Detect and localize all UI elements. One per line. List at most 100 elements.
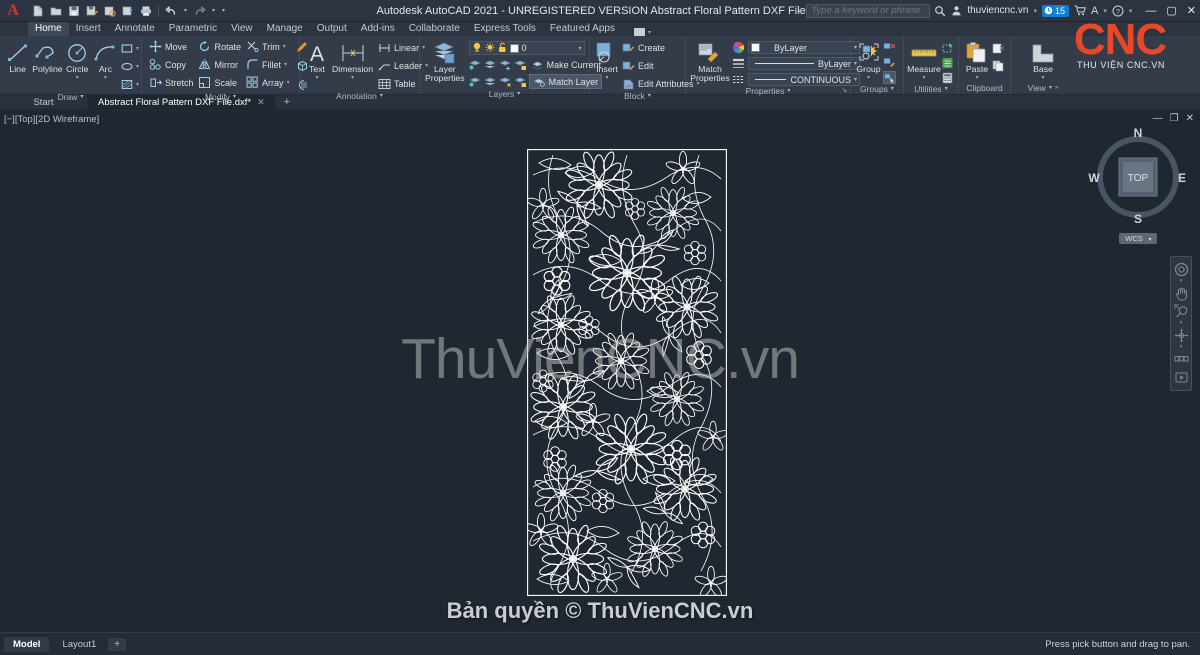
layer-on-icon[interactable] (472, 42, 482, 55)
draw-ellipse-dropdown-icon[interactable]: ▾ (136, 63, 139, 70)
draw-polyline-button[interactable]: Polyline (32, 39, 63, 74)
draw-circle-dropdown-icon[interactable]: ▾ (76, 74, 79, 81)
ribbon-tab-manage[interactable]: Manage (260, 22, 310, 36)
layer-color-swatch[interactable] (509, 43, 519, 53)
group-dropdown-icon[interactable]: ▾ (867, 74, 870, 81)
annotation-text-dropdown-icon[interactable]: ▾ (315, 74, 318, 81)
navigation-bar[interactable]: ▾ ▾ ▾ (1170, 256, 1192, 391)
trial-days-badge[interactable]: 15 (1041, 4, 1069, 17)
search-expand-icon[interactable]: ▸ (799, 7, 803, 15)
calculator-icon[interactable] (941, 71, 954, 84)
ribbon-minimize-dropdown-icon[interactable]: ▾ (648, 29, 651, 36)
annotation-text-button[interactable]: A Text ▾ (306, 39, 328, 81)
panel-properties-expand-icon[interactable]: ▾ (787, 86, 790, 97)
modify-rotate-button[interactable]: Rotate (198, 39, 241, 54)
autodesk-app-dropdown-icon[interactable]: ▾ (1103, 7, 1107, 15)
panel-view-expand-icon[interactable]: ▾ (1049, 83, 1052, 94)
viewport-label[interactable]: [−][Top][2D Wireframe] (4, 114, 99, 125)
orbit-dropdown-icon[interactable]: ▾ (1180, 345, 1183, 350)
panel-title-groups[interactable]: Groups ▾ (853, 84, 901, 95)
help-icon[interactable]: ? (1112, 5, 1124, 17)
showmotion-play-icon[interactable] (1173, 369, 1189, 385)
draw-hatch-dropdown-icon[interactable]: ▾ (136, 81, 139, 88)
zoom-dropdown-icon[interactable]: ▾ (1180, 321, 1183, 326)
ribbon-tab-output[interactable]: Output (310, 22, 354, 36)
measure-dropdown-icon[interactable]: ▾ (922, 74, 925, 81)
draw-hatch-button[interactable]: ▾ (120, 77, 139, 92)
layer-lock-icon[interactable] (513, 58, 527, 71)
linetype-dropdown[interactable]: CONTINUOUS ▾ (748, 73, 860, 86)
draw-rectangle-dropdown-icon[interactable]: ▾ (136, 45, 139, 52)
base-view-dropdown-icon[interactable]: ▾ (1041, 74, 1044, 81)
drawing-restore-button[interactable]: ❐ (1170, 113, 1179, 124)
draw-circle-button[interactable]: Circle ▾ (64, 39, 91, 81)
modify-mirror-button[interactable]: Mirror (198, 57, 242, 72)
close-button[interactable]: ✕ (1187, 4, 1196, 17)
ribbon-tab-featured-apps[interactable]: Featured Apps (543, 22, 622, 36)
panel-block-expand-icon[interactable]: ▾ (648, 91, 651, 102)
qat-customize-icon[interactable]: ▾ (220, 7, 227, 14)
panel-utilities-expand-icon[interactable]: ▾ (945, 84, 948, 95)
ribbon-tab-insert[interactable]: Insert (69, 22, 108, 36)
drawing-close-button[interactable]: ✕ (1186, 113, 1194, 124)
save-file-icon[interactable] (66, 3, 81, 19)
draw-line-button[interactable]: Line (4, 39, 31, 74)
measure-button[interactable]: Measure ▾ (907, 39, 941, 81)
layer-thaw-all-icon[interactable] (498, 75, 512, 88)
ungroup-icon[interactable] (883, 41, 896, 54)
base-view-button[interactable]: Base ▾ (1025, 39, 1061, 81)
viewcube[interactable]: TOP N S E W WCS ▾ (1086, 125, 1190, 249)
drawing-canvas[interactable]: [−][Top][2D Wireframe] — ❐ ✕ ThuVienCNC.… (0, 111, 1200, 632)
linetype-icon[interactable] (732, 73, 745, 86)
modify-copy-button[interactable]: Copy (148, 57, 194, 72)
drawing-minimize-button[interactable]: — (1153, 113, 1163, 124)
panel-draw-expand-icon[interactable]: ▾ (80, 92, 83, 103)
layer-unlock-icon[interactable] (498, 42, 507, 55)
panel-properties-dialog-launcher[interactable]: ↘ (842, 86, 847, 97)
cut-icon[interactable] (992, 42, 1005, 55)
ribbon-panels-overflow-icon[interactable]: » (1055, 83, 1058, 94)
panel-title-clipboard[interactable]: Clipboard (961, 83, 1008, 94)
color-wheel-icon[interactable] (732, 41, 745, 54)
layer-freeze-tool-icon[interactable] (498, 58, 512, 71)
panel-annotation-expand-icon[interactable]: ▾ (380, 91, 383, 102)
undo-dropdown-icon[interactable]: ▾ (182, 7, 189, 14)
floral-pattern-drawing[interactable] (522, 149, 730, 599)
new-file-icon[interactable] (30, 3, 45, 19)
publish-icon[interactable] (120, 3, 135, 19)
orbit-icon[interactable] (1173, 327, 1189, 343)
minimize-button[interactable]: — (1145, 5, 1156, 17)
layer-properties-button[interactable]: Layer Properties (425, 39, 465, 83)
paste-dropdown-icon[interactable]: ▾ (975, 74, 978, 81)
panel-title-draw[interactable]: Draw ▾ (2, 92, 139, 103)
panel-layers-expand-icon[interactable]: ▾ (517, 89, 520, 100)
insert-block-button[interactable]: Insert ▾ (595, 39, 619, 81)
ribbon-tab-addins[interactable]: Add-ins (354, 22, 402, 36)
autodesk-app-icon[interactable]: A (1091, 5, 1098, 17)
layer-turn-all-on-icon[interactable] (483, 75, 497, 88)
ribbon-tab-view[interactable]: View (224, 22, 260, 36)
modify-fillet-button[interactable]: Fillet ▾ (245, 57, 290, 72)
steering-wheel-icon[interactable] (1173, 261, 1189, 277)
copy-clip-icon[interactable] (992, 59, 1005, 72)
plot-preview-icon[interactable] (102, 3, 117, 19)
layout1-tab[interactable]: Layout1 (53, 637, 105, 652)
current-layer-dropdown-icon[interactable]: ▾ (576, 45, 582, 52)
annotation-dimension-button[interactable]: Dimension ▾ (332, 39, 373, 81)
panel-groups-expand-icon[interactable]: ▾ (891, 84, 894, 95)
open-file-icon[interactable] (48, 3, 63, 19)
ribbon-display-options[interactable]: ▾ (622, 28, 651, 36)
panel-modify-expand-icon[interactable]: ▾ (233, 92, 236, 103)
save-as-icon[interactable] (84, 3, 99, 19)
lineweight-icon[interactable] (732, 57, 745, 70)
panel-title-view[interactable]: View ▾ » (1013, 83, 1073, 94)
layer-freeze-icon[interactable] (485, 42, 495, 55)
redo-icon[interactable] (192, 3, 207, 19)
zoom-icon[interactable] (1173, 303, 1189, 319)
modify-fillet-dropdown-icon[interactable]: ▾ (284, 61, 287, 68)
panel-title-layers[interactable]: Layers ▾ (422, 89, 587, 100)
help-dropdown-icon[interactable]: ▾ (1129, 7, 1133, 15)
showmotion-icon[interactable] (1173, 351, 1189, 367)
print-icon[interactable] (138, 3, 153, 19)
modify-move-button[interactable]: Move (148, 39, 194, 54)
